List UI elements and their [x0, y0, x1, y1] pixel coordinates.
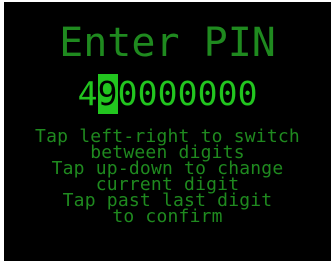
pin-digit-3[interactable]: 0 — [118, 74, 138, 114]
pin-digit-5[interactable]: 0 — [158, 74, 178, 114]
pin-entry-screen[interactable]: Enter PIN 490000000 Tap left-right to sw… — [4, 2, 331, 261]
pin-digit-6[interactable]: 0 — [178, 74, 198, 114]
pin-digit-4[interactable]: 0 — [138, 74, 158, 114]
pin-display[interactable]: 490000000 — [4, 74, 331, 114]
pin-digit-2-selected[interactable]: 9 — [97, 74, 118, 114]
instruction-line: to confirm — [112, 206, 223, 227]
instructions-text: Tap left-right to switch between digits … — [4, 128, 331, 227]
page-title: Enter PIN — [59, 20, 276, 66]
pin-digit-1[interactable]: 4 — [78, 74, 98, 114]
pin-digit-9[interactable]: 0 — [238, 74, 258, 114]
pin-digit-7[interactable]: 0 — [198, 74, 218, 114]
pin-digit-8[interactable]: 0 — [218, 74, 238, 114]
